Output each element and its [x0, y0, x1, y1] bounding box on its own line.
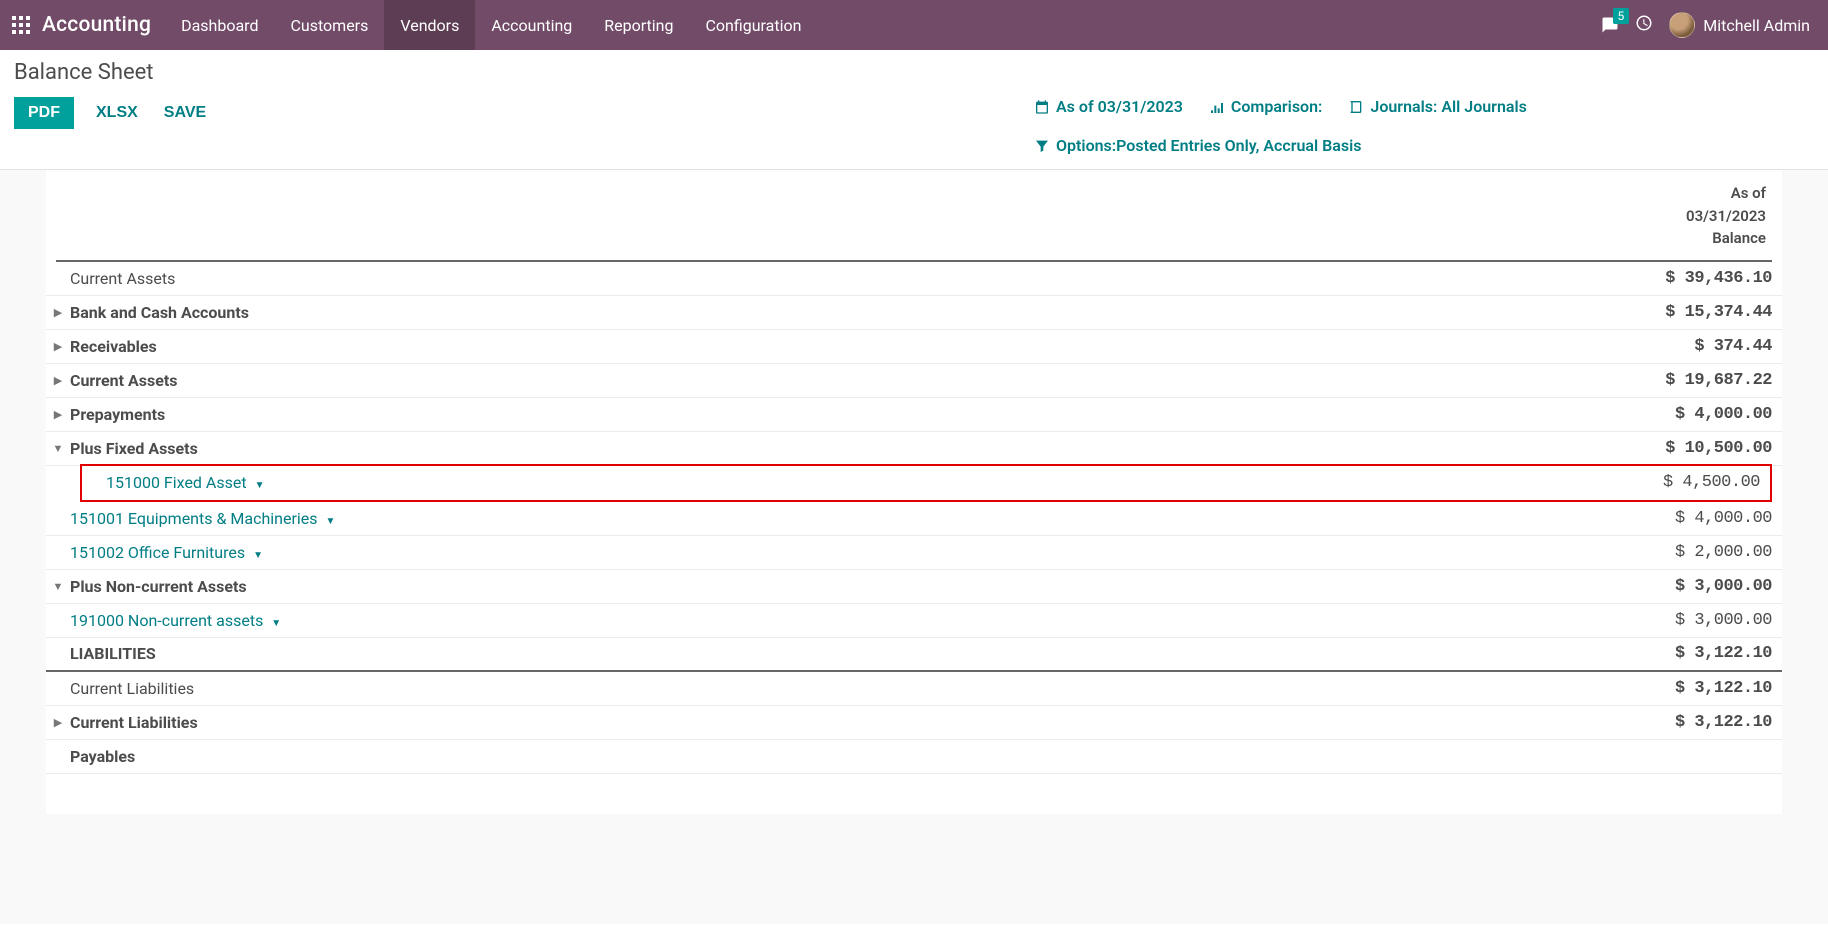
account-link[interactable]: 151000 Fixed Asset ▼	[106, 468, 1590, 497]
caret-right-icon[interactable]: ▶	[46, 374, 70, 387]
row-amount: $ 3,122.10	[1602, 679, 1772, 698]
calendar-icon	[1034, 99, 1050, 115]
row-label: Current Liabilities	[70, 708, 1602, 737]
caret-right-icon[interactable]: ▶	[46, 306, 70, 319]
balance-sheet-report: As of 03/31/2023 Balance Current Assets$…	[46, 170, 1782, 814]
filter-icon	[1034, 138, 1050, 154]
row-label: Plus Non-current Assets	[70, 572, 1602, 601]
caret-right-icon[interactable]: ▶	[46, 408, 70, 421]
activities-icon[interactable]	[1635, 14, 1653, 36]
report-row[interactable]: Current Assets$ 39,436.10	[46, 262, 1782, 296]
report-row[interactable]: ▶Bank and Cash Accounts$ 15,374.44	[46, 296, 1782, 330]
app-brand[interactable]: Accounting	[36, 13, 165, 37]
chevron-down-icon[interactable]: ▼	[253, 550, 263, 561]
avatar	[1669, 12, 1695, 38]
report-row[interactable]: Current Liabilities$ 3,122.10	[46, 672, 1782, 706]
xlsx-button[interactable]: XLSX	[92, 97, 142, 129]
report-row[interactable]: ▶Prepayments$ 4,000.00	[46, 398, 1782, 432]
row-label: Bank and Cash Accounts	[70, 298, 1602, 327]
report-row[interactable]: 151000 Fixed Asset ▼$ 4,500.00	[82, 466, 1770, 500]
nav-item-vendors[interactable]: Vendors	[384, 0, 475, 50]
row-label: Current Liabilities	[70, 674, 1602, 703]
row-amount: $ 3,122.10	[1602, 713, 1772, 732]
row-amount: $ 4,500.00	[1590, 473, 1760, 492]
account-link[interactable]: 191000 Non-current assets ▼	[70, 606, 1602, 635]
row-label: Plus Fixed Assets	[70, 434, 1602, 463]
chevron-down-icon[interactable]: ▼	[255, 480, 265, 491]
message-count-badge: 5	[1613, 8, 1630, 24]
report-scroll-area[interactable]: As of 03/31/2023 Balance Current Assets$…	[0, 170, 1828, 924]
report-row[interactable]: ▶Receivables$ 374.44	[46, 330, 1782, 364]
top-navbar: Accounting DashboardCustomersVendorsAcco…	[0, 0, 1828, 50]
barchart-icon	[1209, 99, 1225, 115]
report-row[interactable]: ▶Current Assets$ 19,687.22	[46, 364, 1782, 398]
action-buttons: PDF XLSX SAVE	[14, 97, 210, 129]
report-column-header: As of 03/31/2023 Balance	[46, 182, 1782, 260]
report-row[interactable]: Payables	[46, 740, 1782, 774]
nav-item-configuration[interactable]: Configuration	[690, 0, 818, 50]
messaging-icon[interactable]: 5	[1601, 16, 1619, 34]
row-label: Prepayments	[70, 400, 1602, 429]
pdf-button[interactable]: PDF	[14, 97, 74, 129]
row-amount: $ 3,122.10	[1602, 644, 1772, 663]
row-label: Current Assets	[70, 366, 1602, 395]
account-link[interactable]: 151002 Office Furnitures ▼	[70, 538, 1602, 567]
nav-menu: DashboardCustomersVendorsAccountingRepor…	[165, 0, 817, 50]
row-label: Current Assets	[70, 264, 1602, 293]
filter-options[interactable]: Options:Posted Entries Only, Accrual Bas…	[1034, 136, 1814, 155]
row-amount: $ 15,374.44	[1602, 303, 1772, 322]
report-row[interactable]: ▶Current Liabilities$ 3,122.10	[46, 706, 1782, 740]
user-name: Mitchell Admin	[1703, 16, 1810, 35]
filter-journals[interactable]: Journals: All Journals	[1348, 97, 1526, 116]
row-amount: $ 4,000.00	[1602, 405, 1772, 424]
chevron-down-icon[interactable]: ▼	[325, 516, 335, 527]
filter-date[interactable]: As of 03/31/2023	[1034, 97, 1183, 116]
row-amount: $ 3,000.00	[1602, 611, 1772, 630]
report-row[interactable]: 191000 Non-current assets ▼$ 3,000.00	[46, 604, 1782, 638]
row-amount: $ 374.44	[1602, 337, 1772, 356]
user-menu[interactable]: Mitchell Admin	[1669, 12, 1810, 38]
apps-icon[interactable]	[0, 0, 36, 50]
row-amount: $ 39,436.10	[1602, 269, 1772, 288]
account-link[interactable]: 151001 Equipments & Machineries ▼	[70, 504, 1602, 533]
row-amount: $ 19,687.22	[1602, 371, 1772, 390]
caret-down-icon[interactable]: ▼	[46, 580, 70, 593]
caret-right-icon[interactable]: ▶	[46, 716, 70, 729]
row-amount: $ 4,000.00	[1602, 509, 1772, 528]
report-row[interactable]: 151001 Equipments & Machineries ▼$ 4,000…	[46, 502, 1782, 536]
journal-icon	[1348, 99, 1364, 115]
report-row[interactable]: LIABILITIES$ 3,122.10	[46, 638, 1782, 672]
row-label: Payables	[70, 742, 1602, 771]
row-label: Receivables	[70, 332, 1602, 361]
highlight-box: 151000 Fixed Asset ▼$ 4,500.00	[80, 464, 1772, 502]
report-filters: As of 03/31/2023 Comparison: Journals: A…	[1034, 97, 1814, 155]
row-amount: $ 3,000.00	[1602, 577, 1772, 596]
nav-item-reporting[interactable]: Reporting	[588, 0, 689, 50]
filter-comparison[interactable]: Comparison:	[1209, 97, 1323, 116]
nav-item-customers[interactable]: Customers	[274, 0, 384, 50]
row-label: LIABILITIES	[70, 639, 1602, 668]
page-title: Balance Sheet	[14, 60, 1814, 85]
control-panel: Balance Sheet PDF XLSX SAVE As of 03/31/…	[0, 50, 1828, 170]
report-row[interactable]: ▼Plus Fixed Assets$ 10,500.00	[46, 432, 1782, 466]
caret-down-icon[interactable]: ▼	[46, 442, 70, 455]
nav-item-accounting[interactable]: Accounting	[475, 0, 588, 50]
row-amount: $ 10,500.00	[1602, 439, 1772, 458]
caret-right-icon[interactable]: ▶	[46, 340, 70, 353]
row-amount: $ 2,000.00	[1602, 543, 1772, 562]
report-row[interactable]: 151002 Office Furnitures ▼$ 2,000.00	[46, 536, 1782, 570]
nav-item-dashboard[interactable]: Dashboard	[165, 0, 274, 50]
chevron-down-icon[interactable]: ▼	[271, 618, 281, 629]
save-button[interactable]: SAVE	[160, 97, 210, 129]
report-row[interactable]: ▼Plus Non-current Assets$ 3,000.00	[46, 570, 1782, 604]
